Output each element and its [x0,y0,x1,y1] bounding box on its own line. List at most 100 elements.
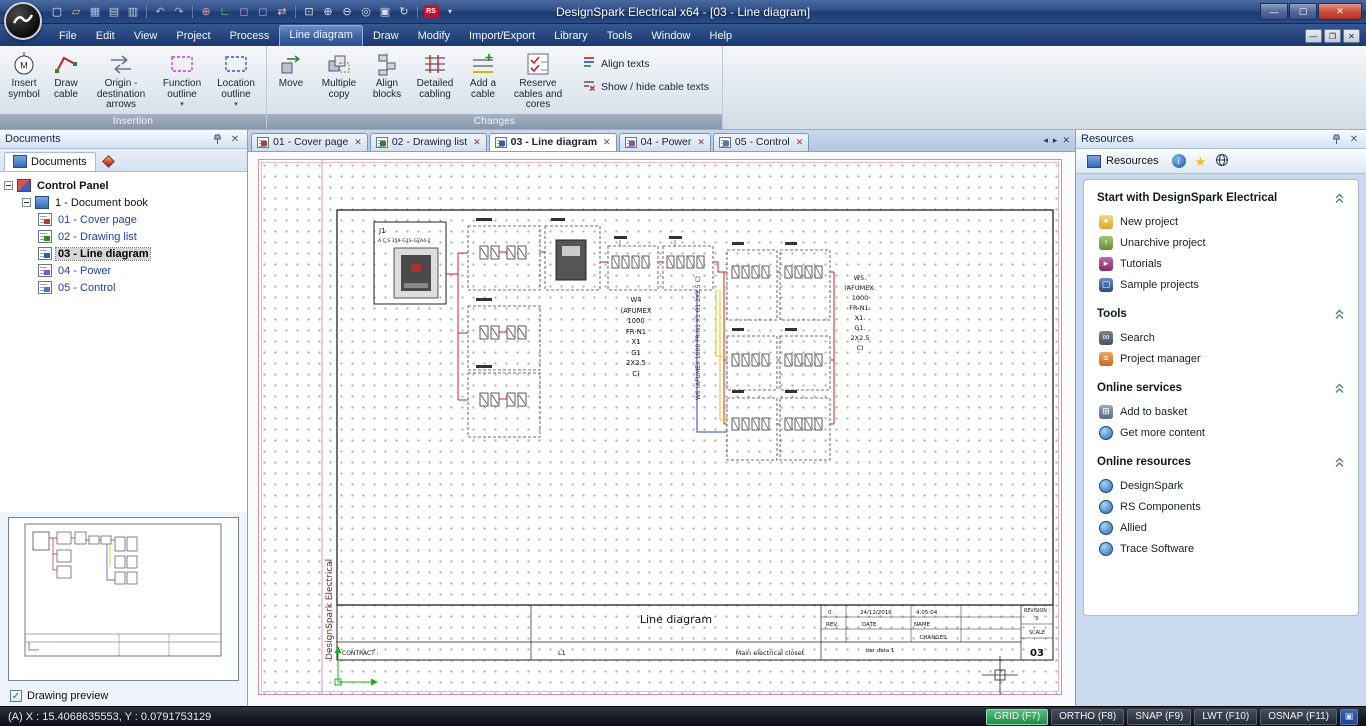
close-button[interactable]: ✕ [1318,3,1362,20]
symbols-palette-button[interactable] [99,152,119,171]
tab-scroll-left-icon[interactable]: ◂ [1043,135,1048,146]
resource-item-new-project[interactable]: ✦ New project [1097,211,1345,232]
align-texts-button[interactable]: Align texts [582,55,709,72]
function-outline-button[interactable]: Function outline ▾ [155,48,209,114]
tree-expander-icon[interactable] [4,181,13,190]
tree-item-power[interactable]: 04 - Power [2,262,245,279]
menu-view[interactable]: View [125,27,167,46]
tab-close-icon[interactable]: ✕ [796,137,804,148]
tree-expander-icon[interactable] [22,198,31,207]
section-header[interactable]: Online services [1097,382,1345,394]
yellow-wires[interactable] [715,290,727,421]
w5-cable-label[interactable]: W5. (AFUMEX. 1000 FR-N1. X1. G1. 2X2.5 C… [844,274,876,352]
mdi-close-button[interactable]: ✕ [1343,29,1360,43]
reserve-cables-and-cores-button[interactable]: Reserve cables and cores [504,48,572,114]
menu-modify[interactable]: Modify [409,27,459,46]
redo-icon[interactable]: ↷ [170,3,188,20]
w6-cable-label[interactable]: W6 (AFUMEX 1000 FR-N1 X1 G1 2X2.5 C) [695,276,702,400]
origin-destination-icon[interactable]: ⇄ [273,3,291,20]
insert-symbol-icon[interactable]: ⊕ [197,3,215,20]
doc-tab-power[interactable]: 04 - Power ✕ [618,133,711,151]
resource-item-unarchive-project[interactable]: ↑ Unarchive project [1097,232,1345,253]
undo-icon[interactable]: ↶ [151,3,169,20]
resource-item-designspark[interactable]: DesignSpark [1097,475,1345,496]
menu-import-export[interactable]: Import/Export [460,27,544,46]
tab-close-icon[interactable]: ✕ [603,137,611,148]
resource-item-sample-projects[interactable]: ▢ Sample projects [1097,274,1345,295]
quickbar-dropdown-icon[interactable]: ▾ [441,3,459,20]
line-diagram-drawing[interactable]: Line diagram CONTRACT : L1 Main electric… [248,152,1075,706]
menu-help[interactable]: Help [701,27,742,46]
toggle-osnap[interactable]: OSNAP (F11) [1260,708,1337,725]
zoom-out-icon[interactable]: ⊖ [338,3,356,20]
tree-item-control-panel[interactable]: Control Panel [2,177,245,194]
collapse-chevrons-icon[interactable] [1334,309,1345,320]
title-block[interactable]: Line diagram CONTRACT : L1 Main electric… [336,604,1054,661]
origin-destination-arrows-button[interactable]: Origin - destination arrows [87,48,155,114]
j1-main-switch-symbol[interactable]: J1 A C S 359-G1S-G2A4-2 [373,221,447,305]
resource-item-add-to-basket[interactable]: ⊞ Add to basket [1097,401,1345,422]
tree-item-document-book[interactable]: 1 - Document book [2,194,245,211]
location-outline-button[interactable]: Location outline ▾ [209,48,263,114]
workspace-icon[interactable]: ▣ [1340,708,1358,725]
doc-tab-drawing-list[interactable]: 02 - Drawing list ✕ [369,133,487,151]
section-header[interactable]: Start with DesignSpark Electrical [1097,192,1345,204]
multiple-copy-button[interactable]: Multiple copy [312,48,366,114]
zoom-extents-icon[interactable]: ▣ [376,3,394,20]
collapse-chevrons-icon[interactable] [1334,383,1345,394]
resource-item-tutorials[interactable]: ▸ Tutorials [1097,253,1345,274]
collapse-chevrons-icon[interactable] [1334,193,1345,204]
drawing-canvas[interactable]: Line diagram CONTRACT : L1 Main electric… [248,152,1075,706]
toggle-snap[interactable]: SNAP (F9) [1127,708,1192,725]
tab-close-icon[interactable]: ✕ [697,137,705,148]
toggle-ortho[interactable]: ORTHO (F8) [1051,708,1125,725]
insert-symbol-button[interactable]: M Insert symbol [3,48,45,114]
pin-icon[interactable] [1329,133,1343,146]
tab-scroll-right-icon[interactable]: ▸ [1053,135,1058,146]
w4-cable-label[interactable]: W4 (AFUMEX 1000 FR-N1 X1 G1 2X2.5 C) [620,296,651,378]
show-hide-cable-texts-button[interactable]: Show / hide cable texts [582,78,709,95]
menu-tab-line-diagram[interactable]: Line diagram [279,25,363,46]
tab-documents[interactable]: Documents [4,152,96,171]
plot-icon[interactable]: ▥ [124,3,142,20]
favorites-star-icon[interactable]: ★ [1195,155,1207,168]
toggle-lwt[interactable]: LWT (F10) [1194,708,1258,725]
doc-tab-cover-page[interactable]: 01 - Cover page ✕ [251,133,368,151]
function-outline-icon[interactable]: ◻ [235,3,253,20]
open-file-icon[interactable]: ▱ [67,3,85,20]
pan-icon[interactable]: ◎ [357,3,375,20]
save-icon[interactable]: ▦ [86,3,104,20]
menu-file[interactable]: File [50,27,86,46]
mdi-minimize-button[interactable]: — [1305,29,1322,43]
resource-item-search[interactable]: ∞ Search [1097,327,1345,348]
resource-item-rs-components[interactable]: RS Components [1097,496,1345,517]
tree-item-control[interactable]: 05 - Control [2,279,245,296]
tab-close-icon[interactable]: ✕ [354,137,362,148]
menu-tools[interactable]: Tools [598,27,642,46]
resource-item-project-manager[interactable]: ≡ Project manager [1097,348,1345,369]
section-header[interactable]: Online resources [1097,456,1345,468]
maximize-button[interactable]: ▢ [1289,3,1317,20]
move-button[interactable]: Move [270,48,312,114]
toggle-grid[interactable]: GRID (F7) [986,708,1049,725]
resource-item-trace-software[interactable]: Trace Software [1097,538,1345,559]
align-blocks-button[interactable]: Align blocks [366,48,408,114]
rs-components-icon[interactable]: RS [422,3,440,20]
resource-item-allied[interactable]: Allied [1097,517,1345,538]
regen-icon[interactable]: ↻ [395,3,413,20]
new-file-icon[interactable]: ▢ [48,3,66,20]
tree-item-line-diagram[interactable]: 03 - Line diagram [2,245,245,262]
info-icon[interactable]: i [1171,154,1186,168]
menu-library[interactable]: Library [545,27,597,46]
location-outline-icon[interactable]: ◻ [254,3,272,20]
zoom-in-icon[interactable]: ⊕ [319,3,337,20]
tab-close-icon[interactable]: ✕ [473,137,481,148]
drawing-preview-checkbox[interactable]: ✓ [10,690,22,702]
minimize-button[interactable]: — [1260,3,1288,20]
collapse-chevrons-icon[interactable] [1334,457,1345,468]
mdi-restore-button[interactable]: ❐ [1324,29,1341,43]
tree-item-cover-page[interactable]: 01 - Cover page [2,211,245,228]
resources-menu-button[interactable]: Resources [1083,153,1163,170]
menu-project[interactable]: Project [167,27,219,46]
tab-close-all-icon[interactable]: ✕ [1062,135,1070,146]
